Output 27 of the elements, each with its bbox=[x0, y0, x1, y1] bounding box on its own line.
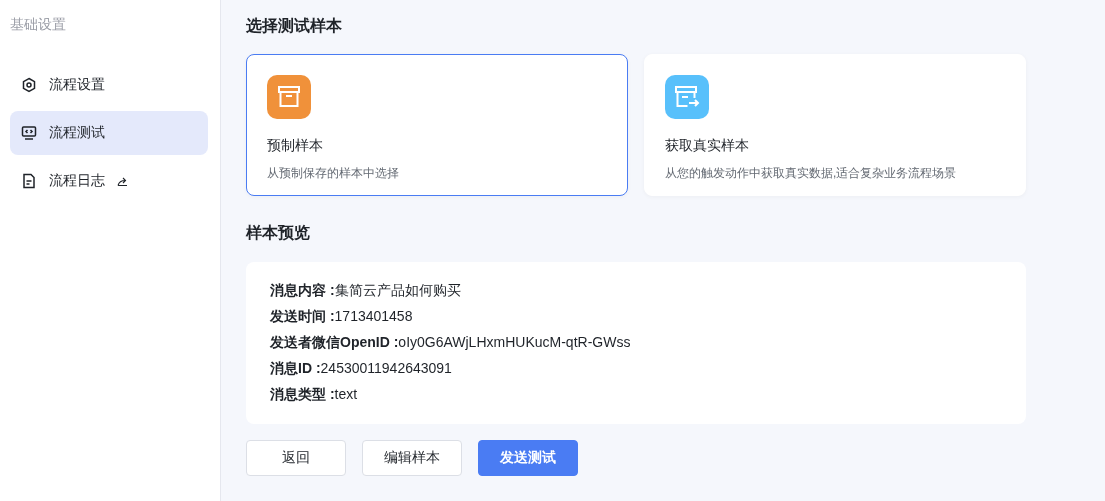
sidebar-item-label: 流程日志 bbox=[49, 172, 105, 190]
sidebar-heading: 基础设置 bbox=[10, 15, 67, 34]
sample-option-card[interactable]: 预制样本 从预制保存的样本中选择 bbox=[246, 54, 628, 196]
sidebar-item[interactable]: 流程日志 bbox=[10, 159, 208, 203]
action-button[interactable]: 编辑样本 bbox=[362, 440, 462, 476]
action-button[interactable]: 返回 bbox=[246, 440, 346, 476]
sidebar-item-label: 流程设置 bbox=[49, 76, 105, 94]
section-title: 选择测试样本 bbox=[246, 16, 343, 36]
preview-line: 发送者微信OpenID :oIy0G6AWjLHxmHUKucM-qtR-GWss bbox=[270, 334, 631, 350]
card-title: 获取真实样本 bbox=[665, 137, 750, 155]
card-description: 从您的触发动作中获取真实数据,适合复杂业务流程场景 bbox=[665, 165, 958, 182]
sample-option-card[interactable]: 获取真实样本 从您的触发动作中获取真实数据,适合复杂业务流程场景 bbox=[644, 54, 1026, 196]
sidebar-item[interactable]: 流程测试 bbox=[10, 111, 208, 155]
preview-line: 消息ID :24530011942643091 bbox=[270, 360, 452, 376]
archive-box-icon bbox=[267, 75, 311, 119]
preview-line: 消息内容 :集简云产品如何购买 bbox=[270, 282, 461, 298]
monitor-code-icon bbox=[21, 125, 37, 141]
card-title: 预制样本 bbox=[267, 137, 324, 155]
preview-line: 发送时间 :1713401458 bbox=[270, 308, 413, 324]
settings-icon bbox=[21, 77, 37, 93]
document-icon bbox=[21, 173, 37, 189]
send-test-button[interactable]: 发送测试 bbox=[478, 440, 578, 476]
section-title: 样本预览 bbox=[246, 223, 311, 243]
card-description: 从预制保存的样本中选择 bbox=[267, 165, 400, 182]
preview-line: 消息类型 :text bbox=[270, 386, 358, 402]
sidebar-item-label: 流程测试 bbox=[49, 124, 105, 142]
sidebar-item[interactable]: 流程设置 bbox=[10, 63, 208, 107]
